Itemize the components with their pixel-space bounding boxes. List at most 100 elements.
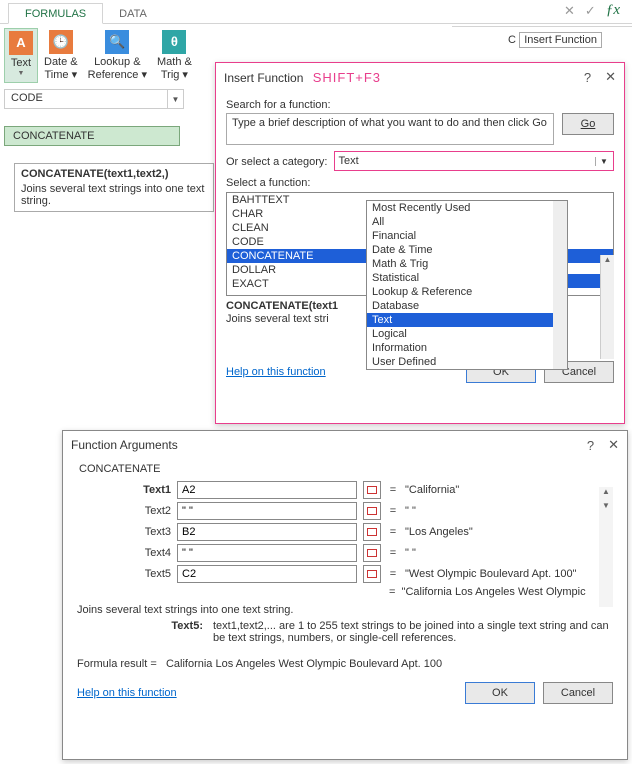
category-item-information[interactable]: Information — [367, 341, 567, 355]
ribbon-label: Lookup & — [94, 56, 140, 69]
range-selector-icon[interactable] — [363, 544, 381, 562]
arg-row-text1: Text1="California" — [77, 481, 613, 499]
shortcut-label: SHIFT+F3 — [313, 70, 381, 85]
close-icon[interactable]: ✕ — [605, 69, 616, 85]
caret-down-icon: ▼ — [18, 70, 25, 78]
ribbon-math-trig-button[interactable]: θ Math & Trig ▾ — [153, 28, 196, 83]
arg-input-text2[interactable] — [177, 502, 357, 520]
category-select[interactable]: Text ▼ — [334, 151, 615, 171]
category-item-text[interactable]: Text — [367, 313, 567, 327]
category-value: Text — [339, 155, 359, 167]
signature-tooltip: CONCATENATE(text1,text2,) Joins several … — [14, 163, 214, 212]
function-list-scrollbar[interactable]: ▲ — [600, 255, 614, 359]
ribbon-label: Reference ▾ — [88, 69, 147, 82]
category-item-statistical[interactable]: Statistical — [367, 271, 567, 285]
equals-label: = — [387, 505, 399, 517]
scroll-up-icon[interactable]: ▲ — [601, 255, 614, 269]
name-box-prefix: C — [508, 34, 516, 46]
arg-input-text3[interactable] — [177, 523, 357, 541]
name-box[interactable]: CODE ▼ — [4, 89, 184, 109]
range-selector-icon[interactable] — [363, 565, 381, 583]
signature-text: CONCATENATE(text1,text2,) — [21, 168, 207, 180]
argument-description: Text5: text1,text2,... are 1 to 255 text… — [77, 620, 613, 644]
category-item-user-defined[interactable]: User Defined — [367, 355, 567, 369]
insert-function-dialog: Insert Function SHIFT+F3 ? ✕ Search for … — [215, 62, 625, 424]
name-box-item-concatenate[interactable]: CONCATENATE — [5, 127, 179, 145]
arg-row-text2: Text2 = " " — [77, 502, 613, 520]
ribbon-label: Math & — [157, 56, 192, 69]
tab-formulas[interactable]: FORMULAS — [8, 3, 103, 24]
arg-result: " " — [405, 505, 613, 517]
ribbon-date-time-button[interactable]: 🕒 Date & Time ▾ — [40, 28, 82, 83]
help-icon[interactable]: ? — [584, 70, 591, 85]
arguments-area: Text1="California"Text2=" "Text3="Los An… — [77, 481, 613, 583]
arguments-scrollbar[interactable]: ▲ ▼ — [599, 487, 613, 607]
equals-label: = — [387, 484, 399, 496]
arg-row-text5: Text5="West Olympic Boulevard Apt. 100" — [77, 565, 613, 583]
cancel-formula-icon[interactable]: ✕ — [564, 3, 575, 19]
scroll-down-icon[interactable]: ▼ — [599, 501, 613, 515]
close-icon[interactable]: ✕ — [608, 437, 619, 453]
ribbon-label: Trig ▾ — [161, 69, 188, 82]
category-item-lookup-reference[interactable]: Lookup & Reference — [367, 285, 567, 299]
go-button[interactable]: Go — [562, 113, 614, 135]
arg-label: Text2 — [77, 505, 171, 517]
arg-label: Text3 — [77, 526, 171, 538]
ribbon-lookup-button[interactable]: 🔍 Lookup & Reference ▾ — [84, 28, 151, 83]
arg-label: Text4 — [77, 547, 171, 559]
chevron-down-icon: ▼ — [595, 157, 609, 166]
category-item-date-time[interactable]: Date & Time — [367, 243, 567, 257]
text-icon: A — [9, 31, 33, 55]
help-icon[interactable]: ? — [587, 438, 594, 453]
formula-bar-input[interactable] — [452, 26, 632, 27]
scroll-up-icon[interactable]: ▲ — [599, 487, 613, 501]
cancel-button[interactable]: Cancel — [543, 682, 613, 704]
ribbon-tabs: FORMULAS DATA ✕ ✓ ƒx ↖ — [0, 0, 632, 24]
insert-function-icon[interactable]: ƒx — [606, 2, 620, 19]
search-input[interactable]: Type a brief description of what you wan… — [226, 113, 554, 145]
select-function-label: Select a function: — [226, 177, 614, 189]
category-item-most-recently-used[interactable]: Most Recently Used — [367, 201, 567, 215]
clock-icon: 🕒 — [49, 30, 73, 54]
function-name: CONCATENATE — [79, 463, 613, 475]
name-box-dropdown-icon[interactable]: ▼ — [167, 90, 183, 108]
arg-label: Text1 — [77, 484, 171, 496]
dialog-titlebar: Insert Function SHIFT+F3 ? ✕ — [216, 63, 624, 91]
arg-desc-text: text1,text2,... are 1 to 255 text string… — [213, 620, 613, 644]
arg-row-text4: Text4=" " — [77, 544, 613, 562]
category-item-database[interactable]: Database — [367, 299, 567, 313]
name-box-menu: CONCATENATE — [4, 126, 180, 146]
arg-input-text1[interactable] — [177, 481, 357, 499]
signature-desc: Joins several text strings into one text… — [21, 183, 207, 207]
category-scrollbar[interactable] — [553, 201, 567, 369]
help-link[interactable]: Help on this function — [226, 366, 326, 378]
arg-result: "Los Angeles" — [405, 526, 613, 538]
fx-tooltip: Insert Function — [519, 32, 602, 48]
range-selector-icon[interactable] — [363, 523, 381, 541]
category-item-math-trig[interactable]: Math & Trig — [367, 257, 567, 271]
search-icon: 🔍 — [105, 30, 129, 54]
equals-label: = — [387, 547, 399, 559]
formula-result: Formula result = California Los Angeles … — [77, 658, 613, 670]
category-item-financial[interactable]: Financial — [367, 229, 567, 243]
arg-result: "West Olympic Boulevard Apt. 100" — [405, 568, 613, 580]
range-selector-icon[interactable] — [363, 481, 381, 499]
tab-data[interactable]: DATA — [103, 4, 163, 23]
ribbon-text-button[interactable]: A Text ▼ — [4, 28, 38, 83]
function-arguments-dialog: Function Arguments ? ✕ CONCATENATE Text1… — [62, 430, 628, 760]
range-selector-icon[interactable] — [363, 502, 381, 520]
arg-input-text5[interactable] — [177, 565, 357, 583]
help-link[interactable]: Help on this function — [77, 687, 177, 699]
name-box-value: CODE — [5, 90, 49, 108]
preview-result: = "California Los Angeles West Olympic — [389, 586, 613, 598]
arg-label: Text5 — [77, 568, 171, 580]
category-dropdown-list: Most Recently UsedAllFinancialDate & Tim… — [366, 200, 568, 370]
ribbon-label: Time ▾ — [45, 69, 78, 82]
formula-bar-controls: ✕ ✓ ƒx ↖ — [564, 2, 620, 19]
arg-input-text4[interactable] — [177, 544, 357, 562]
category-item-logical[interactable]: Logical — [367, 327, 567, 341]
category-item-all[interactable]: All — [367, 215, 567, 229]
ok-button[interactable]: OK — [465, 682, 535, 704]
search-label: Search for a function: — [226, 99, 614, 111]
confirm-formula-icon[interactable]: ✓ — [585, 3, 596, 19]
